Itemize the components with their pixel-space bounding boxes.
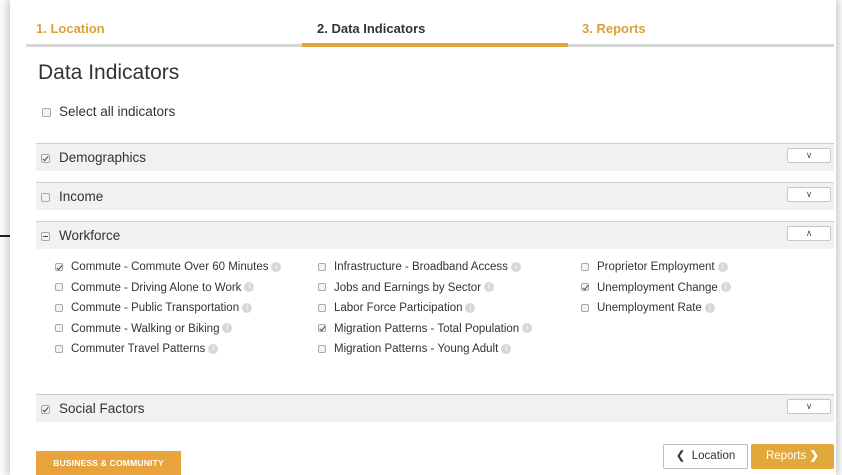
income-label: Income: [59, 189, 104, 204]
select-all-indicators[interactable]: Select all indicators: [42, 104, 175, 119]
section-social-factors[interactable]: Social Factors ∨: [36, 394, 834, 422]
info-icon[interactable]: i: [717, 261, 728, 272]
indicator-label: Migration Patterns - Young Adult: [334, 343, 499, 355]
indicator-item[interactable]: Commute - Public Transportation i: [55, 302, 281, 323]
indicator-label: Unemployment Change: [597, 281, 718, 294]
indicator-item[interactable]: Commute - Commute Over 60 Minutes i: [55, 261, 282, 282]
indicator-checkbox[interactable]: [318, 344, 326, 353]
info-icon[interactable]: i: [501, 343, 512, 354]
indicator-label: Jobs and Earnings by Sector: [334, 281, 482, 294]
info-icon[interactable]: i: [242, 302, 253, 313]
indicator-column-3: Proprietor Employment i Unemployment Chan…: [581, 261, 731, 323]
info-icon[interactable]: i: [522, 323, 533, 334]
step-data-indicators[interactable]: 2. Data Indicators: [317, 21, 425, 36]
location-button-label: Location: [691, 450, 736, 462]
workforce-indicators: Commute - Commute Over 60 Minutes i Commu…: [36, 251, 834, 393]
income-checkbox[interactable]: [41, 192, 50, 202]
section-demographics[interactable]: Demographics ∨: [36, 143, 834, 171]
step-reports[interactable]: 3. Reports: [582, 21, 646, 36]
social-factors-expand-button[interactable]: ∨: [787, 399, 831, 414]
reports-next-button[interactable]: Reports ❯: [751, 444, 834, 469]
info-icon[interactable]: i: [484, 282, 495, 293]
indicator-label: Commute - Commute Over 60 Minutes: [71, 261, 269, 273]
indicator-item[interactable]: Migration Patterns - Young Adult i: [318, 343, 532, 364]
indicator-item[interactable]: Commute - Walking or Biking i: [55, 323, 281, 344]
demographics-checkbox[interactable]: [41, 153, 50, 163]
indicator-label: Migration Patterns - Total Population: [334, 322, 520, 335]
indicator-label: Unemployment Rate: [597, 302, 702, 314]
indicator-item[interactable]: Migration Patterns - Total Population i: [318, 322, 533, 344]
section-workforce[interactable]: Workforce ∧: [36, 221, 834, 249]
info-icon[interactable]: i: [208, 343, 219, 354]
business-community-badge[interactable]: BUSINESS & COMMUNITY: [36, 451, 181, 475]
indicator-column-2: Infrastructure - Broadband Access i Jobs …: [318, 261, 533, 364]
indicator-checkbox[interactable]: [581, 283, 589, 292]
indicator-item[interactable]: Labor Force Participation i: [318, 302, 532, 323]
location-back-button[interactable]: ❮ Location: [663, 444, 748, 469]
chevron-right-icon: ❯: [809, 450, 820, 462]
step-active-indicator: [302, 43, 568, 47]
indicator-checkbox[interactable]: [581, 303, 589, 312]
social-factors-checkbox[interactable]: [41, 404, 50, 414]
indicator-label: Commute - Public Transportation: [71, 302, 240, 314]
indicator-item[interactable]: Unemployment Rate i: [581, 302, 731, 323]
indicator-item[interactable]: Commuter Travel Patterns i: [55, 343, 281, 364]
info-icon[interactable]: i: [465, 302, 476, 313]
section-income[interactable]: Income ∨: [36, 182, 834, 210]
indicator-item[interactable]: Unemployment Change i: [581, 282, 731, 303]
demographics-label: Demographics: [59, 150, 147, 165]
page-title: Data Indicators: [38, 61, 180, 84]
indicator-item[interactable]: Infrastructure - Broadband Access i: [318, 261, 532, 282]
step-location[interactable]: 1. Location: [36, 21, 105, 36]
indicator-checkbox[interactable]: [581, 262, 589, 271]
reports-button-label: Reports: [765, 450, 807, 462]
info-icon[interactable]: i: [271, 261, 282, 272]
indicator-checkbox[interactable]: [55, 303, 63, 312]
indicator-column-1: Commute - Commute Over 60 Minutes i Commu…: [55, 261, 282, 364]
info-icon[interactable]: i: [720, 282, 731, 293]
workforce-collapse-button[interactable]: ∧: [787, 226, 831, 241]
indicator-label: Commute - Walking or Biking: [71, 322, 220, 335]
indicator-checkbox[interactable]: [55, 262, 63, 271]
indicator-label: Infrastructure - Broadband Access: [334, 261, 508, 273]
indicator-panel: 1. Location 2. Data Indicators 3. Report…: [10, 0, 836, 475]
indicator-label: Commuter Travel Patterns: [71, 343, 206, 355]
indicator-label: Labor Force Participation: [334, 302, 463, 314]
social-factors-label: Social Factors: [59, 401, 145, 416]
indicator-label: Proprietor Employment: [597, 261, 715, 273]
select-all-label: Select all indicators: [59, 104, 176, 119]
demographics-expand-button[interactable]: ∨: [787, 148, 831, 163]
indicator-checkbox[interactable]: [55, 283, 63, 292]
indicator-item[interactable]: Commute - Driving Alone to Work i: [55, 282, 281, 303]
indicator-checkbox[interactable]: [318, 262, 326, 271]
step-nav: 1. Location 2. Data Indicators 3. Report…: [26, 0, 834, 47]
chevron-left-icon: ❮: [675, 450, 686, 462]
indicator-checkbox[interactable]: [318, 283, 326, 292]
indicator-checkbox[interactable]: [55, 324, 63, 333]
indicator-label: Commute - Driving Alone to Work: [71, 281, 242, 294]
info-icon[interactable]: i: [222, 323, 233, 334]
chevron-down-icon: ∨: [805, 401, 813, 411]
indicator-checkbox[interactable]: [318, 303, 326, 312]
income-expand-button[interactable]: ∨: [787, 187, 831, 202]
indicator-checkbox[interactable]: [55, 344, 63, 353]
indicator-item[interactable]: Proprietor Employment i: [581, 261, 731, 282]
select-all-checkbox[interactable]: [42, 107, 51, 117]
chevron-up-icon: ∧: [805, 228, 813, 238]
info-icon[interactable]: i: [510, 261, 521, 272]
info-icon[interactable]: i: [704, 302, 715, 313]
indicator-checkbox[interactable]: [318, 324, 326, 333]
info-icon[interactable]: i: [244, 282, 255, 293]
indicator-item[interactable]: Jobs and Earnings by Sector i: [318, 282, 532, 303]
chevron-down-icon: ∨: [805, 189, 813, 199]
workforce-checkbox[interactable]: [41, 231, 50, 241]
workforce-label: Workforce: [59, 228, 121, 243]
chevron-down-icon: ∨: [805, 150, 813, 160]
